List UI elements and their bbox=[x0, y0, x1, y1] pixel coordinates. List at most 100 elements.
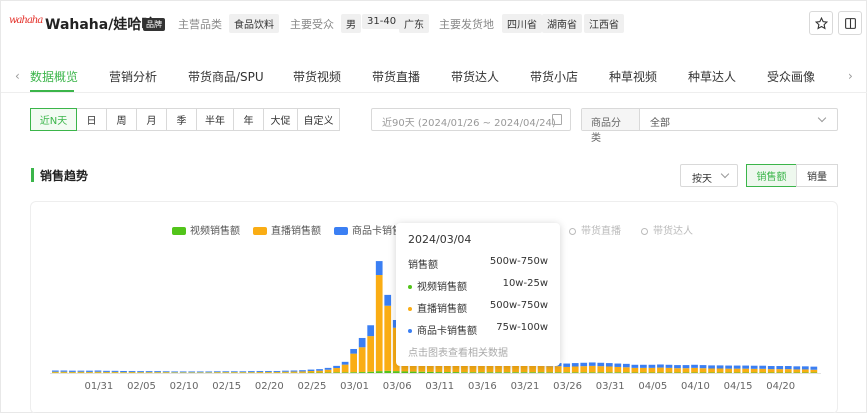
legend-toggle-influencer[interactable]: 带货达人 bbox=[641, 222, 693, 237]
bar-live[interactable] bbox=[648, 367, 656, 373]
period-year[interactable]: 年 bbox=[233, 108, 264, 131]
bar-live[interactable] bbox=[154, 372, 161, 373]
bar-live[interactable] bbox=[77, 371, 85, 373]
bar-live[interactable] bbox=[111, 371, 119, 373]
bar-product-card[interactable] bbox=[648, 364, 656, 368]
bar-product-card[interactable] bbox=[171, 371, 179, 373]
bar-product-card[interactable] bbox=[316, 369, 323, 371]
bar-product-card[interactable] bbox=[571, 363, 579, 367]
bar-live[interactable] bbox=[265, 371, 272, 373]
bar-product-card[interactable] bbox=[742, 365, 750, 369]
bar-product-card[interactable] bbox=[691, 364, 698, 368]
bar-product-card[interactable] bbox=[324, 367, 332, 370]
bar-live[interactable] bbox=[682, 368, 690, 373]
bar-live[interactable] bbox=[563, 366, 571, 373]
bar-live[interactable] bbox=[665, 367, 673, 373]
bar-product-card[interactable] bbox=[597, 362, 605, 367]
bar-live[interactable] bbox=[767, 369, 775, 373]
bar-live[interactable] bbox=[674, 368, 681, 373]
bar-video[interactable] bbox=[367, 371, 375, 373]
bar-live[interactable] bbox=[162, 372, 170, 373]
bar-product-card[interactable] bbox=[605, 363, 613, 367]
bar-video[interactable] bbox=[537, 372, 545, 374]
tab-next-icon[interactable]: › bbox=[848, 69, 853, 83]
bar-video[interactable] bbox=[452, 372, 460, 373]
period-week[interactable]: 周 bbox=[106, 108, 137, 131]
bar-live[interactable] bbox=[640, 367, 647, 373]
bar-video[interactable] bbox=[426, 371, 434, 373]
bar-product-card[interactable] bbox=[120, 370, 127, 373]
bar-live[interactable] bbox=[333, 368, 340, 373]
bar-product-card[interactable] bbox=[103, 370, 110, 372]
bar-video[interactable] bbox=[350, 372, 357, 374]
bar-product-card[interactable] bbox=[563, 363, 571, 367]
bar-product-card[interactable] bbox=[196, 371, 204, 373]
bar-product-card[interactable] bbox=[128, 370, 136, 372]
bar-video[interactable] bbox=[461, 372, 468, 374]
category-select[interactable]: 商品分类 全部 bbox=[581, 108, 838, 144]
bar-live[interactable] bbox=[248, 372, 255, 373]
bar-product-card[interactable] bbox=[265, 370, 272, 372]
bar-live[interactable] bbox=[358, 347, 366, 373]
bar-live[interactable] bbox=[290, 371, 298, 373]
layout-toggle-button[interactable] bbox=[838, 11, 862, 35]
bar-product-card[interactable] bbox=[350, 348, 357, 354]
bar-product-card[interactable] bbox=[665, 364, 673, 368]
bar-video[interactable] bbox=[486, 372, 494, 374]
bar-video[interactable] bbox=[622, 372, 630, 373]
bar-video[interactable] bbox=[341, 372, 349, 373]
bar-product-card[interactable] bbox=[77, 370, 85, 372]
bar-live[interactable] bbox=[230, 372, 238, 373]
bar-product-card[interactable] bbox=[793, 366, 801, 370]
bar-live[interactable] bbox=[316, 370, 323, 373]
bar-product-card[interactable] bbox=[716, 365, 724, 369]
bar-product-card[interactable] bbox=[580, 362, 588, 367]
legend-toggle-live[interactable]: 带货直播 bbox=[569, 222, 621, 237]
bar-product-card[interactable] bbox=[733, 365, 741, 369]
bar-video[interactable] bbox=[512, 372, 519, 374]
period-half-year[interactable]: 半年 bbox=[196, 108, 234, 131]
bar-product-card[interactable] bbox=[86, 370, 93, 372]
legend-item-video[interactable]: 视频销售额 bbox=[172, 222, 240, 237]
period-day[interactable]: 日 bbox=[76, 108, 107, 131]
bar-product-card[interactable] bbox=[759, 365, 767, 369]
bar-live[interactable] bbox=[614, 366, 622, 373]
bar-live[interactable] bbox=[708, 368, 715, 373]
bar-live[interactable] bbox=[759, 368, 767, 373]
bar-live[interactable] bbox=[529, 365, 536, 373]
bar-product-card[interactable] bbox=[307, 369, 315, 371]
bar-live[interactable] bbox=[341, 364, 349, 373]
metric-sales-volume[interactable]: 销量 bbox=[796, 164, 838, 187]
bar-live[interactable] bbox=[810, 369, 818, 373]
bar-product-card[interactable] bbox=[230, 371, 238, 373]
bar-product-card[interactable] bbox=[614, 363, 622, 367]
bar-live[interactable] bbox=[299, 371, 306, 373]
bar-live[interactable] bbox=[256, 371, 264, 373]
bar-video[interactable] bbox=[571, 372, 579, 373]
bar-video[interactable] bbox=[384, 370, 392, 373]
bar-live[interactable] bbox=[784, 369, 792, 373]
period-custom[interactable]: 自定义 bbox=[297, 108, 340, 131]
bar-product-card[interactable] bbox=[69, 370, 76, 372]
tab-prev-icon[interactable]: ‹ bbox=[15, 69, 20, 83]
tab-seeding-influencers[interactable]: 种草达人 bbox=[688, 68, 736, 85]
bar-live[interactable] bbox=[137, 372, 144, 373]
bar-live[interactable] bbox=[86, 371, 93, 373]
bar-live[interactable] bbox=[776, 369, 784, 373]
period-recent-n-days[interactable]: 近N天 bbox=[30, 108, 77, 131]
tab-audience-profile[interactable]: 受众画像 bbox=[767, 68, 815, 85]
bar-live[interactable] bbox=[801, 369, 809, 373]
bar-product-card[interactable] bbox=[699, 365, 707, 369]
bar-product-card[interactable] bbox=[725, 365, 732, 369]
bar-product-card[interactable] bbox=[674, 365, 681, 369]
granularity-select[interactable]: 按天 bbox=[680, 164, 738, 187]
bar-live[interactable] bbox=[750, 368, 758, 373]
bar-live[interactable] bbox=[512, 365, 519, 373]
bar-live[interactable] bbox=[367, 336, 375, 372]
tab-marketing-analysis[interactable]: 营销分析 bbox=[109, 68, 157, 85]
bar-live[interactable] bbox=[742, 368, 750, 373]
bar-product-card[interactable] bbox=[111, 370, 119, 372]
bar-product-card[interactable] bbox=[273, 370, 281, 372]
bar-live[interactable] bbox=[733, 368, 741, 373]
bar-product-card[interactable] bbox=[588, 362, 596, 366]
